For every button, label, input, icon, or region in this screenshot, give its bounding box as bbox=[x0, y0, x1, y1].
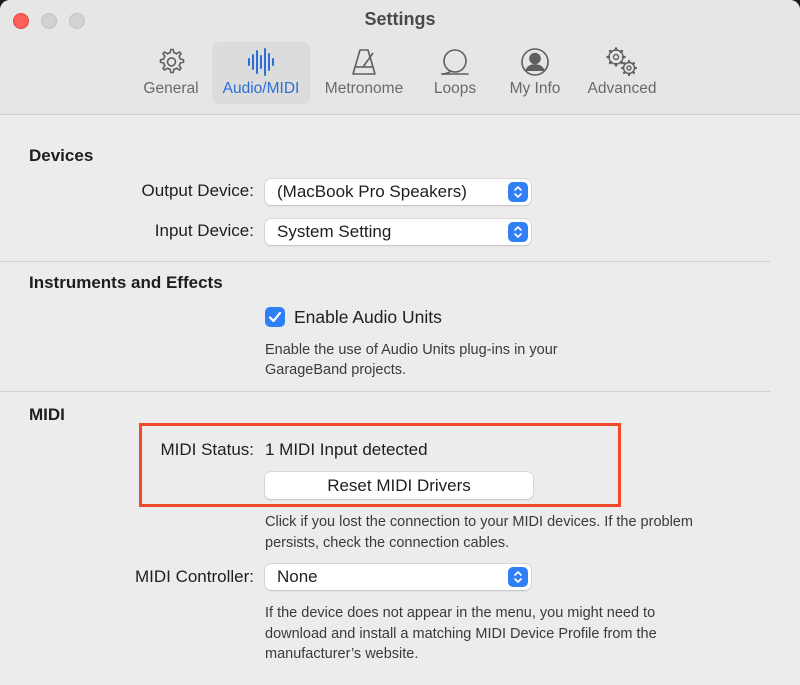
input-device-popup[interactable]: System Setting bbox=[265, 219, 531, 245]
popup-value: None bbox=[277, 567, 318, 586]
enable-audio-units-label[interactable]: Enable Audio Units bbox=[294, 307, 442, 328]
controller-help-line: If the device does not appear in the men… bbox=[265, 605, 656, 621]
tab-label: Audio/MIDI bbox=[222, 80, 300, 97]
output-device-popup[interactable]: (MacBook Pro Speakers) bbox=[265, 179, 531, 205]
tab-my-info[interactable]: My Info bbox=[500, 42, 570, 104]
midi-controller-popup[interactable]: None bbox=[265, 564, 531, 590]
tab-loops[interactable]: Loops bbox=[424, 42, 486, 104]
chevron-up-down-icon bbox=[508, 567, 528, 587]
section-title-midi: MIDI bbox=[29, 405, 65, 424]
controller-help-line: manufacturer’s website. bbox=[265, 646, 419, 662]
chevron-up-down-icon bbox=[508, 222, 528, 242]
audio-units-help-line: Enable the use of Audio Units plug-ins i… bbox=[265, 342, 558, 358]
window-title: Settings bbox=[364, 9, 436, 29]
output-device-label: Output Device: bbox=[141, 181, 254, 200]
tab-advanced[interactable]: Advanced bbox=[580, 42, 664, 104]
tab-label: Advanced bbox=[587, 80, 657, 97]
loop-icon bbox=[441, 49, 469, 75]
person-circle-icon bbox=[521, 48, 549, 76]
settings-window: Settings General Audio/MIDI Metronome Lo… bbox=[0, 0, 800, 685]
controller-help-line: download and install a matching MIDI Dev… bbox=[265, 626, 657, 642]
tab-label: Loops bbox=[433, 80, 477, 97]
section-title-instruments: Instruments and Effects bbox=[29, 273, 223, 292]
reset-help-line: persists, check the connection cables. bbox=[265, 535, 510, 551]
highlight-annotation-box bbox=[139, 423, 621, 507]
enable-audio-units-checkbox[interactable] bbox=[265, 307, 285, 327]
popup-value: (MacBook Pro Speakers) bbox=[277, 182, 467, 201]
section-title-devices: Devices bbox=[29, 146, 94, 165]
divider bbox=[0, 261, 770, 262]
chevron-up-down-icon bbox=[508, 182, 528, 202]
tab-general[interactable]: General bbox=[138, 42, 204, 104]
input-device-label: Input Device: bbox=[154, 221, 254, 240]
gear-icon bbox=[159, 48, 185, 74]
gears-icon bbox=[606, 47, 638, 77]
audio-units-help-line: GarageBand projects. bbox=[265, 362, 407, 378]
tab-metronome[interactable]: Metronome bbox=[318, 42, 410, 104]
checkmark-icon bbox=[268, 311, 282, 323]
popup-value: System Setting bbox=[277, 222, 392, 241]
titlebar: Settings General Audio/MIDI Metronome Lo… bbox=[0, 0, 800, 115]
tab-label: Metronome bbox=[324, 80, 404, 97]
metronome-icon bbox=[352, 49, 376, 75]
tab-label: My Info bbox=[509, 80, 561, 97]
waveform-icon bbox=[248, 48, 274, 76]
midi-controller-label: MIDI Controller: bbox=[134, 567, 254, 586]
divider bbox=[0, 391, 770, 392]
tab-label: General bbox=[143, 80, 199, 97]
reset-help-line: Click if you lost the connection to your… bbox=[265, 514, 693, 530]
tab-audio-midi[interactable]: Audio/MIDI bbox=[212, 42, 310, 104]
